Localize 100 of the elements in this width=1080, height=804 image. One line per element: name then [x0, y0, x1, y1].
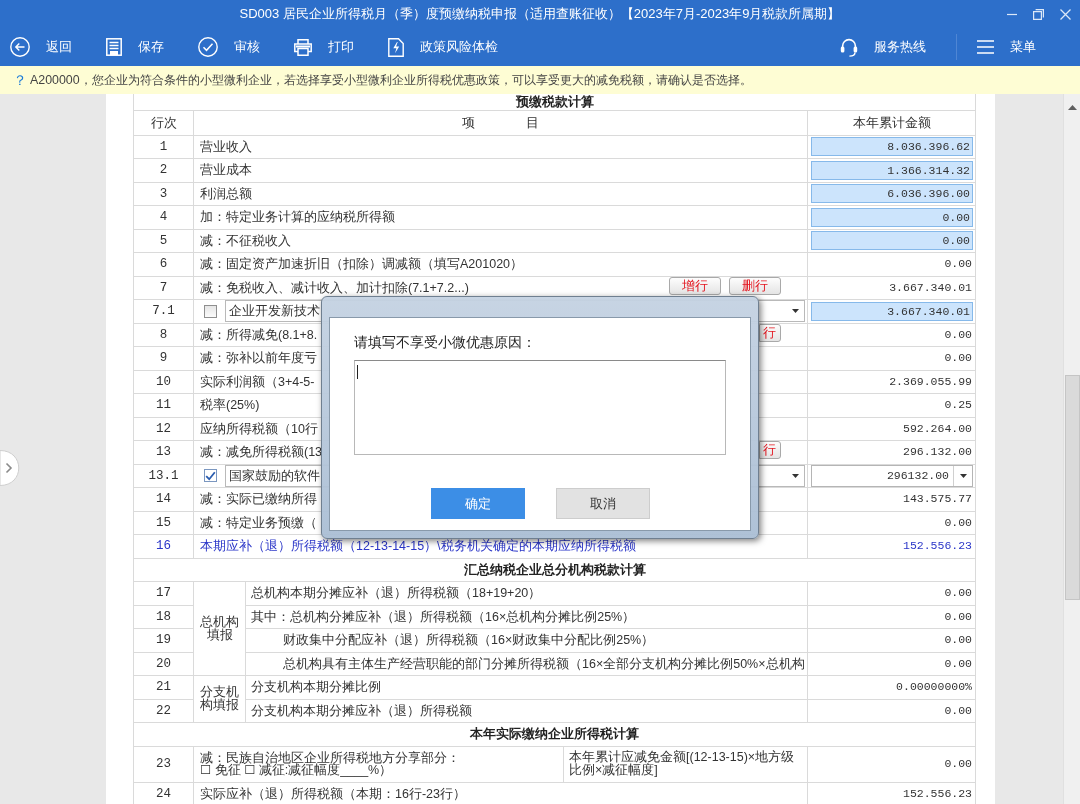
risk-check-button[interactable]: 政策风险体检: [388, 37, 498, 57]
reason-field[interactable]: [354, 360, 726, 455]
row-number: 23: [156, 757, 171, 771]
amount-value: 0.25: [944, 398, 973, 412]
item-label: 应纳所得税额（10行: [200, 422, 318, 435]
amount-value: 0.00: [944, 515, 973, 529]
row-number: 22: [156, 703, 171, 718]
amount-value: 152.556.23: [903, 539, 973, 553]
item-label: 分支机构本期分摊应补（退）所得税额: [251, 703, 472, 718]
cancel-button[interactable]: 取消: [555, 488, 650, 519]
scrollbar[interactable]: [1063, 94, 1080, 804]
amount-value: 0.00: [944, 633, 973, 647]
item-note: 本年累计应减免金额[(12-13-15)×地方级比例×减征幅度]: [569, 751, 796, 777]
row-action-button[interactable]: 行: [759, 441, 781, 460]
row-number: 14: [156, 492, 171, 507]
item-label: 营业收入: [200, 140, 252, 153]
print-button[interactable]: 打印: [294, 37, 354, 57]
item-label: 减：固定资产加速折旧（扣除）调减额（填写A201020）: [200, 258, 524, 271]
item-label: 减：减免所得税额(13: [200, 446, 323, 459]
amount-value: 0.00: [944, 757, 973, 770]
item-label: 税率(25%): [200, 399, 260, 412]
row-number: 7.1: [152, 304, 175, 319]
item-label: 实际利润额（3+4-5-: [200, 375, 315, 388]
caret-icon[interactable]: [792, 309, 799, 314]
amount-value: 3.667.340.01: [889, 280, 973, 294]
item-label: 分支机构本期分摊比例: [251, 680, 381, 695]
item-label: 减：免税收入、减计收入、加计扣除(7.1+7.2...): [200, 281, 469, 294]
amount-field[interactable]: 1.366.314.32: [811, 160, 973, 180]
row-number: 8: [159, 327, 168, 342]
hotline-button[interactable]: 服务热线: [840, 37, 926, 57]
row-number: 4: [159, 210, 168, 225]
group-label: 分支机构填报: [200, 685, 239, 712]
row-number: 12: [156, 421, 171, 436]
amount-field[interactable]: 8.036.396.62: [811, 137, 973, 157]
row-number: 9: [159, 351, 168, 366]
column-header: 本年累计金额: [852, 115, 931, 130]
checkbox[interactable]: [204, 304, 217, 318]
review-button[interactable]: 审核: [198, 37, 260, 57]
item-label: 加：特定业务计算的应纳税所得额: [200, 211, 395, 224]
notice-text: A200000，您企业为符合条件的小型微利企业，若选择享受小型微利企业所得税优惠政策，可以享受更大的减免税额，请确认是否选择。: [30, 71, 752, 89]
item-label: 减：弥补以前年度亏: [200, 352, 317, 365]
amount-value: 0.00: [944, 586, 973, 600]
group-label: 总机构填报: [200, 614, 239, 642]
column-header: 项 目: [461, 115, 540, 130]
column-header: 行次: [150, 115, 177, 130]
back-button[interactable]: 返回: [10, 37, 72, 57]
amount-field[interactable]: 3.667.340.01: [811, 301, 973, 321]
section-title: 本年实际缴纳企业所得税计算: [470, 727, 639, 742]
text-cursor-icon: [357, 365, 358, 379]
arrow-circle-icon[interactable]: [10, 37, 30, 57]
row-number: 1: [159, 139, 168, 154]
item-label: 财政集中分配应补（退）所得税额（16×财政集中分配比例25%）: [283, 633, 655, 648]
row-number: 15: [156, 515, 171, 530]
headset-icon[interactable]: [840, 37, 858, 57]
row-number: 21: [156, 680, 171, 695]
row-number: 13.1: [148, 468, 179, 483]
section-title: 汇总纳税企业总分机构税款计算: [463, 562, 646, 577]
confirm-button[interactable]: 确定: [430, 488, 525, 519]
checkbox[interactable]: [204, 469, 217, 483]
caret-icon[interactable]: [959, 473, 967, 478]
item-label: 其中：总机构分摊应补（退）所得税额（16×总机构分摊比例25%）: [251, 609, 636, 624]
item-label: 利润总额: [200, 187, 252, 200]
amount-value: 143.575.77: [903, 492, 973, 506]
scroll-up-icon[interactable]: [1067, 105, 1077, 110]
window-title: SD003 居民企业所得税月（季）度预缴纳税申报（适用查账征收）【2023年7月-2023年9月税款所属期】: [239, 5, 841, 23]
row-number: 2: [159, 163, 168, 178]
printer-icon[interactable]: [294, 38, 312, 56]
caret-icon[interactable]: [792, 473, 799, 478]
amount-value: 0.00: [944, 656, 973, 670]
row-number: 3: [159, 186, 168, 201]
amount-value: 152.556.23: [903, 786, 973, 800]
item-label: 减：不征税收入: [200, 234, 291, 247]
save-button[interactable]: 保存: [106, 37, 164, 57]
row-number: 20: [156, 656, 171, 671]
dialog-prompt: 请填写不享受小微优惠原因：: [354, 335, 536, 351]
row-number: 19: [156, 633, 171, 648]
amount-value: 0.00: [944, 703, 973, 717]
row-number: 5: [159, 233, 168, 248]
amount-field[interactable]: 0.00: [811, 207, 973, 227]
menu-icon[interactable]: [977, 40, 994, 54]
item-label: 减：民族自治地区企业所得税地方分享部分：: [200, 752, 460, 764]
expand-handle-icon[interactable]: [0, 450, 20, 486]
item-label: 总机构具有主体生产经营职能的部门分摊所得税额（16×全部分支机构分摊比例50%×总机构: [283, 656, 805, 671]
amount-value: 296.132.00: [903, 445, 973, 459]
close-icon[interactable]: [1060, 8, 1071, 20]
amount-value: 0.00: [944, 327, 973, 341]
amount-field[interactable]: 6.036.396.00: [811, 184, 973, 204]
menu-button[interactable]: 菜单: [977, 37, 1036, 57]
item-label: 减：特定业务预缴（: [200, 516, 317, 529]
amount-value: 592.264.00: [903, 421, 973, 435]
amount-combo[interactable]: 296132.00: [811, 464, 973, 487]
check-circle-icon[interactable]: [198, 37, 218, 57]
lightning-document-icon[interactable]: [388, 37, 404, 57]
amount-value: 0.00: [944, 609, 973, 623]
scrollbar-thumb[interactable]: [1064, 375, 1080, 600]
help-icon: ？: [13, 72, 27, 88]
restore-icon[interactable]: [1033, 8, 1044, 20]
amount-value: 0.00: [944, 351, 973, 365]
section-title: 预缴税款计算: [515, 94, 594, 109]
amount-field[interactable]: 0.00: [811, 231, 973, 251]
